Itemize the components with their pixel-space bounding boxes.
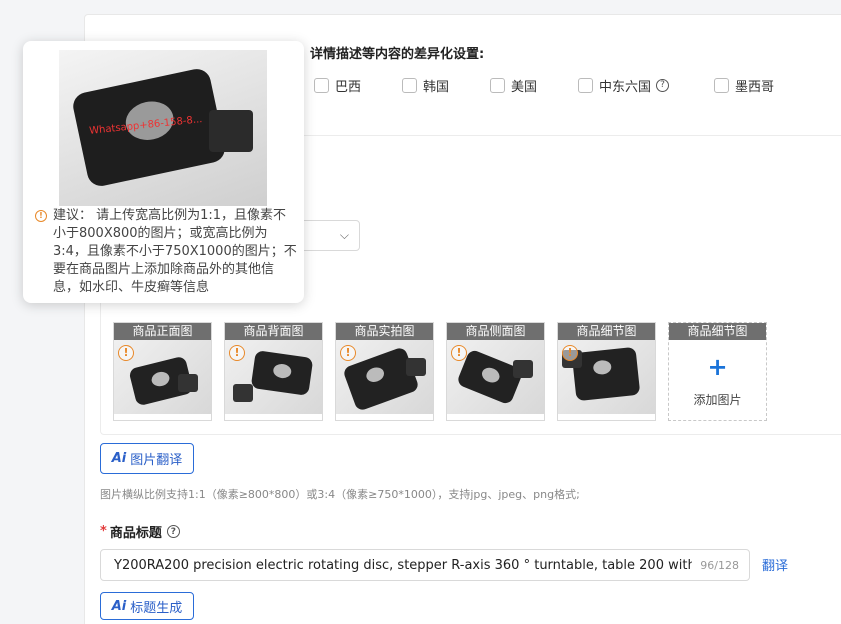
product-title-label: * 商品标题 ? [100, 522, 180, 541]
checkbox[interactable] [490, 77, 505, 93]
image-slot-label: 商品侧面图 [447, 323, 544, 340]
warning-icon[interactable]: ! [340, 345, 356, 361]
character-counter: 96/128 [700, 558, 739, 572]
add-image-label[interactable]: 添加图片 [669, 391, 766, 408]
popover-product-image: Whatsapp+86-158-8... [59, 50, 267, 206]
ai-icon: Ai [111, 598, 127, 614]
product-title-input[interactable]: Y200RA200 precision electric rotating di… [100, 549, 750, 581]
image-slot-front[interactable]: 商品正面图 ! [113, 322, 212, 421]
image-slot-label: 商品细节图 [558, 323, 655, 340]
product-title-value[interactable]: Y200RA200 precision electric rotating di… [114, 558, 692, 573]
image-slot-label: 商品背面图 [225, 323, 322, 340]
image-slot-side[interactable]: 商品侧面图 ! [446, 322, 545, 421]
popover-note-text: 建议： 请上传宽高比例为1:1，且像素不小于800X800的图片；或宽高比例为3… [53, 208, 297, 295]
country-label: 巴西 [335, 79, 362, 95]
image-slot-back[interactable]: 商品背面图 ! [224, 322, 323, 421]
add-image-slot[interactable]: 商品细节图 + 添加图片 [668, 322, 767, 421]
image-format-hint: 图片横纵比例支持1:1（像素≥800*800）或3:4（像素≥750*1000）… [100, 488, 580, 501]
warning-icon: ! [35, 210, 47, 222]
image-slot-label: 商品实拍图 [336, 323, 433, 340]
image-slot-label: 商品正面图 [114, 323, 211, 340]
required-mark: * [100, 524, 107, 539]
warning-icon[interactable]: ! [562, 345, 578, 361]
image-translate-button[interactable]: Ai 图片翻译 [100, 443, 194, 474]
image-guideline-popover: Whatsapp+86-158-8... ! 建议： 请上传宽高比例为1:1，且… [23, 41, 304, 303]
warning-icon[interactable]: ! [118, 345, 134, 361]
checkbox[interactable] [578, 77, 593, 93]
checkbox[interactable] [402, 77, 417, 93]
image-slot-label: 商品细节图 [669, 323, 766, 340]
image-slot-detail[interactable]: 商品细节图 ! [557, 322, 656, 421]
product-title-label-text: 商品标题 [109, 526, 162, 541]
chevron-down-icon: ⌵ [339, 228, 349, 242]
country-label: 中东六国 [599, 79, 652, 95]
translate-link[interactable]: 翻译 [762, 555, 788, 574]
checkbox[interactable] [314, 77, 329, 93]
checkbox[interactable] [714, 77, 729, 93]
differentiation-settings-heading: 详情描述等内容的差异化设置: [310, 47, 485, 62]
title-generate-button[interactable]: Ai 标题生成 [100, 592, 194, 620]
warning-icon[interactable]: ! [229, 345, 245, 361]
country-option-brazil[interactable]: 巴西 [314, 76, 362, 95]
country-option-mexico[interactable]: 墨西哥 [714, 76, 775, 95]
popover-note: ! 建议： 请上传宽高比例为1:1，且像素不小于800X800的图片；或宽高比例… [35, 207, 297, 297]
plus-icon[interactable]: + [669, 353, 766, 381]
country-label: 韩国 [423, 79, 450, 95]
image-translate-label: 图片翻译 [130, 453, 183, 468]
country-option-usa[interactable]: 美国 [490, 76, 538, 95]
help-icon[interactable]: ? [166, 525, 180, 538]
country-option-korea[interactable]: 韩国 [402, 76, 450, 95]
help-icon[interactable]: ? [656, 78, 670, 92]
title-generate-label: 标题生成 [130, 600, 183, 616]
country-option-middle-east[interactable]: 中东六国 ? [578, 76, 670, 95]
country-label: 美国 [511, 79, 538, 95]
ai-icon: Ai [111, 451, 127, 466]
warning-icon[interactable]: ! [451, 345, 467, 361]
country-label: 墨西哥 [735, 79, 775, 95]
image-slot-real-shot[interactable]: 商品实拍图 ! [335, 322, 434, 421]
